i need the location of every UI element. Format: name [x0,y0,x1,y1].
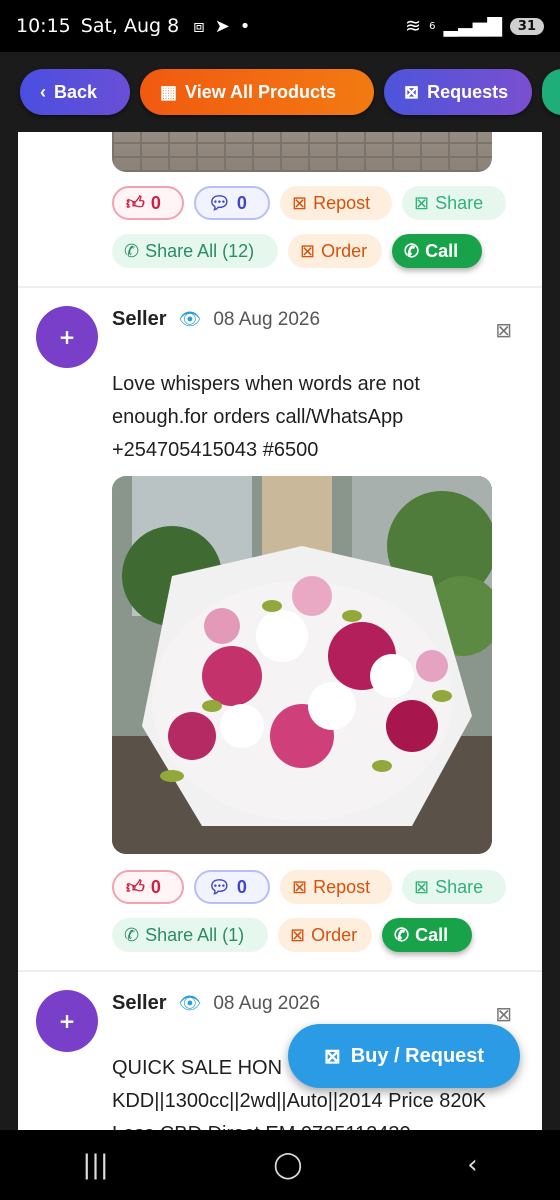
call-label: Call [425,240,459,261]
post-actions-row-2: ✆ Share All (12) ⊠ Order ✆ Call [112,234,482,268]
order-icon: ⊠ [290,924,306,945]
like-count: 0 [150,876,161,897]
share-all-button[interactable]: ✆ Share All (12) [112,234,278,268]
feed-container: 👍︎ 0 💬︎ 0 ⊠ Repost ⊠ Share ✆ Share All (… [0,132,560,1130]
feed-list: 👍︎ 0 💬︎ 0 ⊠ Repost ⊠ Share ✆ Share All (… [18,132,542,1130]
post-actions-row: 👍︎ 0 💬︎ 0 ⊠ Repost ⊠ Share [112,870,506,904]
telegram-icon: ➤ [214,15,230,37]
comment-icon: 💬︎ [208,192,231,213]
phone-icon: ✆ [394,924,410,945]
status-date: Sat, Aug 8 [80,15,180,37]
seller-name[interactable]: Seller [112,992,166,1015]
buy-request-label: Buy / Request [350,1044,485,1067]
comment-icon: 💬︎ [208,876,231,897]
comment-button[interactable]: 💬︎ 0 [194,186,270,220]
requests-button[interactable]: ⊠ Requests [384,69,532,115]
request-icon: ⊠ [323,1045,341,1068]
seller-line: Seller 👁︎ 08 Aug 2026 [112,308,320,331]
repost-icon: ⊠ [292,876,308,897]
eye-icon: 👁︎ [178,993,202,1013]
repost-button[interactable]: ⊠ Repost [280,870,392,904]
post-date: 08 Aug 2026 [213,992,321,1014]
share-all-label: Share All (12) [145,240,255,261]
wifi-signal-label: 6 [429,20,436,32]
post-menu-icon[interactable]: ⊠ [495,1002,512,1026]
comment-count: 0 [236,192,247,213]
post-menu-icon[interactable]: ⊠ [495,318,512,342]
eye-icon: 👁︎ [178,309,202,329]
order-button[interactable]: ⊠ Order [288,234,382,268]
view-all-products-button[interactable]: ▦ View All Products [140,69,374,115]
call-label: Call [415,924,449,945]
share-all-button[interactable]: ✆ Share All (1) [112,918,268,952]
share-all-label: Share All (1) [145,924,245,945]
repost-label: Repost [313,192,371,213]
share-label: Share [435,192,484,213]
post-divider [18,286,542,288]
thumbs-up-icon: 👍︎ [126,193,145,213]
share-icon: ⊠ [414,876,430,897]
like-count: 0 [150,192,161,213]
thumbs-up-icon: 👍︎ [126,877,145,897]
top-nav: ‹ Back ▦ View All Products ⊠ Requests [0,52,560,132]
requests-icon: ⊠ [404,81,420,102]
recent-apps-icon[interactable]: ||| [82,1150,108,1180]
order-icon: ⊠ [300,240,316,261]
avatar[interactable]: + [36,990,98,1052]
share-icon: ⊠ [414,192,430,213]
back-button-label: Back [54,81,98,102]
like-button[interactable]: 👍︎ 0 [112,186,184,220]
call-button[interactable]: ✆ Call [392,234,482,268]
battery-indicator: 31 [509,17,544,35]
order-button[interactable]: ⊠ Order [278,918,372,952]
repost-label: Repost [313,876,371,897]
whatsapp-icon: ✆ [124,240,140,261]
system-nav-bar: ||| ◯ ‹ [0,1130,560,1200]
back-button[interactable]: ‹ Back [20,69,130,115]
requests-label: Requests [427,81,509,102]
phone-screen: 10:15 Sat, Aug 8 ⧈ ➤ • ≋ 6 ▂▃▅▇ 31 ‹ Bac… [0,0,560,1200]
seller-line: Seller 👁︎ 08 Aug 2026 [112,992,320,1015]
bouquet-illustration [112,476,492,854]
post-date: 08 Aug 2026 [213,308,321,330]
chevron-left-icon: ‹ [40,81,46,102]
home-icon[interactable]: ◯ [273,1150,302,1180]
dot-icon: • [239,15,251,37]
post-actions-row-2: ✆ Share All (1) ⊠ Order ✆ Call [112,918,472,952]
post-image-previous[interactable] [112,132,492,172]
phone-icon: ✆ [404,240,420,261]
status-bar: 10:15 Sat, Aug 8 ⧈ ➤ • ≋ 6 ▂▃▅▇ 31 [0,0,560,52]
post-actions-row: 👍︎ 0 💬︎ 0 ⊠ Repost ⊠ Share [112,186,506,220]
comment-button[interactable]: 💬︎ 0 [194,870,270,904]
post-image-flower-bouquet[interactable] [112,476,492,854]
post-text: Love whispers when words are not enough.… [112,373,420,461]
store-icon: ▦ [160,81,178,102]
order-label: Order [311,924,358,945]
screenshot-icon: ⧈ [193,15,205,37]
repost-icon: ⊠ [292,192,308,213]
call-button[interactable]: ✆ Call [382,918,472,952]
share-button[interactable]: ⊠ Share [402,186,506,220]
post-divider [18,970,542,972]
seller-name[interactable]: Seller [112,308,166,331]
back-nav-icon[interactable]: ‹ [467,1150,477,1180]
status-time: 10:15 [16,15,71,37]
comment-count: 0 [236,876,247,897]
view-all-products-label: View All Products [185,81,337,102]
more-nav-button[interactable] [542,69,560,115]
share-label: Share [435,876,484,897]
buy-request-button[interactable]: ⊠ Buy / Request [288,1024,520,1088]
avatar[interactable]: + [36,306,98,368]
repost-button[interactable]: ⊠ Repost [280,186,392,220]
wifi-icon: ≋ [405,15,422,37]
like-button[interactable]: 👍︎ 0 [112,870,184,904]
share-button[interactable]: ⊠ Share [402,870,506,904]
cell-signal-icon: ▂▃▅▇ [443,15,502,37]
whatsapp-icon: ✆ [124,924,140,945]
order-label: Order [321,240,368,261]
